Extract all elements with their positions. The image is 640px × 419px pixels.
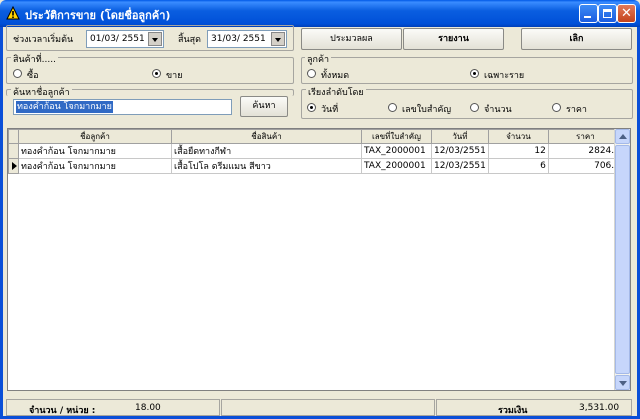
radio-sell-indicator [152,69,161,78]
radio-all-indicator [307,69,316,78]
window-title: ประวัติการขาย (โดยชื่อลูกค้า) [25,9,171,22]
col-header-price[interactable]: ราคา [547,129,623,144]
col-header-voucher[interactable]: เลขที่ใบสำคัญ [361,129,432,144]
radio-buy-label: ซื้อ [27,71,39,81]
row-selector-header [8,129,19,144]
status-middle-panel [221,399,435,416]
start-date-label: ช่วงเวลาเริ่มต้น [13,35,74,45]
col-header-quantity[interactable]: จำนวน [487,129,549,144]
cell-customer[interactable]: ทองคำก้อน โจกมากมาย [18,143,172,159]
end-date-dropdown-icon[interactable] [271,32,285,46]
scroll-thumb[interactable] [615,145,630,374]
vertical-scrollbar[interactable] [614,129,630,390]
end-date-label: สิ้นสุด [178,35,201,45]
search-button[interactable]: ค้นหา [240,96,288,117]
customer-group [301,57,633,84]
radio-sort-voucher-indicator [388,103,397,112]
cell-voucher[interactable]: TAX_2000001 [361,143,432,159]
minimize-icon [584,16,591,18]
start-date-value: 01/03/ 2551 [90,34,145,44]
status-qty-value: 18.00 [135,403,161,413]
table-header-row: ชื่อลูกค้า ชื่อสินค้า เลขที่ใบสำคัญ วันท… [8,129,623,144]
status-qty-panel: จำนวน / หน่วย : 18.00 [6,399,220,416]
col-header-product[interactable]: ชื่อสินค้า [171,129,362,144]
radio-all-label: ทั้งหมด [321,71,350,81]
current-row-pointer-icon [12,162,17,170]
radio-sort-price-label: ราคา [566,105,587,115]
cell-price[interactable]: 706.2 [547,158,623,174]
col-header-date[interactable]: วันที่ [431,129,489,144]
radio-buy-indicator [13,69,22,78]
radio-specific-indicator [470,69,479,78]
customer-search-input[interactable]: ทองคำก้อน โจกมากมาย [13,99,232,115]
sales-table: ชื่อลูกค้า ชื่อสินค้า เลขที่ใบสำคัญ วันท… [8,129,623,174]
scroll-up-icon[interactable] [615,129,630,144]
customer-search-value: ทองคำก้อน โจกมากมาย [16,101,113,113]
report-button[interactable]: รายงาน [403,28,504,50]
cell-date[interactable]: 12/03/2551 [431,143,489,159]
radio-sort-voucher-label: เลขใบสำคัญ [402,105,452,115]
radio-sort-date-label: วันที่ [321,105,339,115]
cell-quantity[interactable]: 6 [487,158,549,174]
status-total-label: รวมเงิน [498,406,528,416]
end-date-combo[interactable]: 31/03/ 2551 [207,30,287,48]
table-row[interactable]: ทองคำก้อน โจกมากมาย เสื้อโปโล ดรีมแมน สี… [8,158,623,174]
cell-quantity[interactable]: 12 [487,143,549,159]
sales-history-grid[interactable]: ชื่อลูกค้า ชื่อสินค้า เลขที่ใบสำคัญ วันท… [7,128,631,391]
close-icon: ✕ [621,6,632,21]
start-date-combo[interactable]: 01/03/ 2551 [86,30,164,48]
end-date-value: 31/03/ 2551 [211,34,266,44]
scroll-down-icon[interactable] [615,375,630,390]
minimize-button[interactable] [579,4,598,23]
status-total-value: 3,531.00 [579,403,620,413]
customer-group-legend: ลูกค้า [305,52,332,66]
cell-product[interactable]: เสื้อยืดทางกีฬา [171,143,362,159]
table-row[interactable]: ทองคำก้อน โจกมากมาย เสื้อยืดทางกีฬา TAX_… [8,143,623,159]
col-header-customer[interactable]: ชื่อลูกค้า [18,129,172,144]
status-qty-label: จำนวน / หน่วย : [29,406,96,416]
start-date-dropdown-icon[interactable] [148,32,162,46]
cancel-button[interactable]: เลิก [521,28,632,50]
radio-specific-label: เฉพาะราย [484,71,525,81]
maximize-button[interactable] [598,4,617,23]
radio-sort-quantity-indicator [470,103,479,112]
radio-sort-quantity-label: จำนวน [484,105,512,115]
row-selector-current[interactable] [8,158,19,174]
close-button[interactable]: ✕ [617,4,636,23]
radio-sort-price-indicator [552,103,561,112]
product-group-legend: สินค้าที่..... [11,52,58,66]
sort-group-legend: เรียงลำดับโดย [306,85,366,99]
cell-price[interactable]: 2824.8 [547,143,623,159]
radio-sell-label: ขาย [166,71,183,81]
process-button[interactable]: ประมวลผล [301,28,402,50]
radio-sort-date-indicator [307,103,316,112]
row-selector[interactable] [8,143,19,159]
app-warning-icon [6,6,20,20]
cell-voucher[interactable]: TAX_2000001 [361,158,432,174]
cell-customer[interactable]: ทองคำก้อน โจกมากมาย [18,158,172,174]
maximize-icon [603,9,612,18]
search-group-legend: ค้นหาชื่อลูกค้า [11,85,72,99]
cell-date[interactable]: 12/03/2551 [431,158,489,174]
status-total-panel: รวมเงิน 3,531.00 [436,399,632,416]
title-bar[interactable]: ประวัติการขาย (โดยชื่อลูกค้า) ✕ [0,0,640,27]
cell-product[interactable]: เสื้อโปโล ดรีมแมน สีขาว [171,158,362,174]
